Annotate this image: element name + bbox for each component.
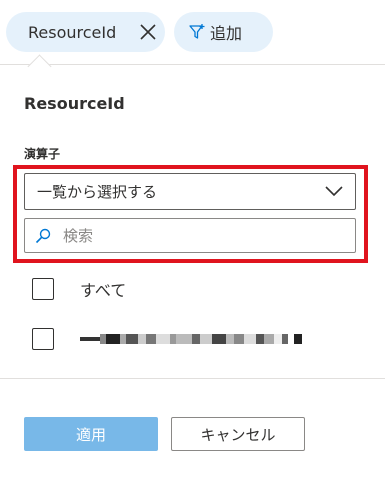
filter-popover xyxy=(0,64,385,478)
select-all-label: すべて xyxy=(80,281,127,300)
select-all-checkbox[interactable] xyxy=(32,278,54,300)
chevron-down-icon xyxy=(325,186,343,197)
resourceid-chip-label: ResourceId xyxy=(28,22,117,42)
resource-option-checkbox[interactable] xyxy=(32,328,54,350)
apply-button[interactable]: 適用 xyxy=(24,417,158,451)
search-box[interactable] xyxy=(24,218,356,253)
panel-title: ResourceId xyxy=(24,94,125,113)
operator-selected-value: 一覧から選択する xyxy=(37,183,158,201)
add-filter-label: 追加 xyxy=(210,24,243,43)
search-input[interactable] xyxy=(63,226,323,245)
search-icon xyxy=(35,228,51,243)
redacted-resource-id xyxy=(80,332,302,346)
operator-dropdown[interactable]: 一覧から選択する xyxy=(24,173,356,210)
footer-divider xyxy=(0,378,385,379)
filter-chip-bar: ResourceId 追加 xyxy=(0,0,385,64)
resource-option[interactable] xyxy=(32,326,302,352)
filter-add-icon xyxy=(189,24,205,39)
select-all-option[interactable]: すべて xyxy=(32,276,126,302)
close-icon[interactable] xyxy=(139,23,157,41)
resourceid-filter-chip[interactable]: ResourceId xyxy=(6,12,165,52)
operator-label: 演算子 xyxy=(24,147,61,161)
cancel-button[interactable]: キャンセル xyxy=(171,417,305,451)
add-filter-chip[interactable]: 追加 xyxy=(174,12,273,52)
